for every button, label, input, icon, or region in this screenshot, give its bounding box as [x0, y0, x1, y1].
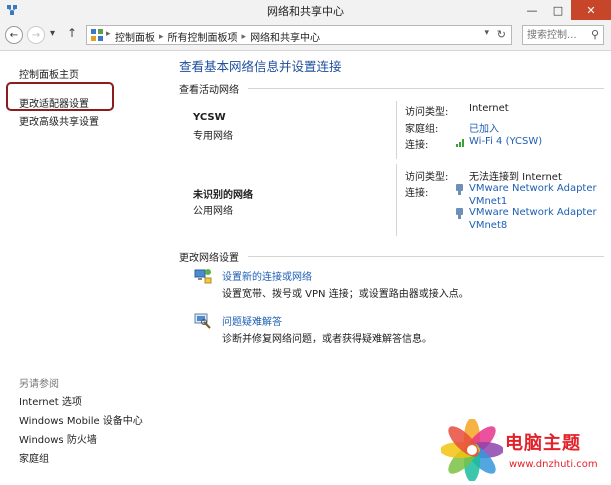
- address-dropdown-icon[interactable]: ▾: [484, 28, 489, 38]
- connection-label: 连接:: [405, 188, 429, 199]
- divider: [396, 101, 397, 159]
- active-networks-title: 查看活动网络: [179, 85, 239, 96]
- wifi-signal-icon: [456, 139, 464, 147]
- change-settings-title: 更改网络设置: [179, 253, 239, 264]
- sidebar-item-change-adapter-settings[interactable]: 更改适配器设置: [19, 95, 89, 110]
- access-type-value: 无法连接到 Internet: [469, 172, 562, 183]
- maximize-button[interactable]: □: [545, 0, 571, 20]
- troubleshoot-icon: [194, 313, 211, 329]
- access-type-label: 访问类型:: [405, 107, 449, 118]
- title-bar: 网络和共享中心 — □ ✕: [0, 0, 611, 20]
- refresh-icon[interactable]: ↻: [497, 28, 506, 41]
- flower-logo-icon: [441, 419, 503, 481]
- breadcrumb-control-panel[interactable]: 控制面板: [115, 29, 155, 44]
- see-also-windows-firewall[interactable]: Windows 防火墙: [19, 431, 97, 446]
- arrow-left-icon: ←: [9, 29, 19, 41]
- arrow-right-icon: →: [31, 29, 41, 41]
- sidebar-item-advanced-sharing[interactable]: 更改高级共享设置: [19, 113, 99, 128]
- search-input[interactable]: [527, 27, 587, 43]
- divider: [248, 88, 604, 89]
- arrow-up-icon: ↑: [67, 26, 78, 40]
- navigation-bar: ← → ▾ ↑ ▸ 控制面板 ▸ 所有控制面板项 ▸ 网络和共享中心 ▾ ↻ ⚲: [0, 20, 611, 51]
- control-panel-icon: [91, 29, 103, 41]
- breadcrumb: 控制面板 ▸ 所有控制面板项 ▸ 网络和共享中心: [115, 29, 320, 45]
- up-button[interactable]: ↑: [67, 26, 77, 40]
- vmnet8-connection-link-line2[interactable]: VMnet8: [469, 220, 507, 231]
- breadcrumb-separator-icon[interactable]: ▸: [242, 32, 247, 42]
- back-button[interactable]: ←: [5, 26, 23, 44]
- see-also-internet-options[interactable]: Internet 选项: [19, 393, 82, 408]
- page-title: 查看基本网络信息并设置连接: [179, 59, 342, 74]
- ethernet-adapter-icon: [456, 184, 463, 195]
- sidebar-item-control-panel-home[interactable]: 控制面板主页: [19, 66, 79, 81]
- setup-connection-link[interactable]: 设置新的连接或网络: [222, 268, 312, 283]
- recent-locations-button[interactable]: ▾: [50, 28, 55, 39]
- breadcrumb-all-items[interactable]: 所有控制面板项: [168, 29, 238, 44]
- connection-label: 连接:: [405, 140, 429, 151]
- homegroup-label: 家庭组:: [405, 124, 439, 135]
- chevron-down-icon: ▾: [50, 28, 56, 39]
- divider: [248, 256, 604, 257]
- new-connection-icon: [194, 269, 212, 284]
- address-bar[interactable]: ▸ 控制面板 ▸ 所有控制面板项 ▸ 网络和共享中心 ▾ ↻: [86, 25, 512, 45]
- network-type: 专用网络: [193, 131, 233, 142]
- access-type-value: Internet: [469, 103, 509, 114]
- close-button[interactable]: ✕: [571, 0, 611, 20]
- watermark-text: 电脑主题: [505, 433, 581, 454]
- see-also-label: 另请参阅: [19, 379, 59, 390]
- watermark-url: www.dnzhuti.com: [509, 459, 598, 470]
- breadcrumb-separator-icon[interactable]: ▸: [159, 32, 164, 42]
- network-name: 未识别的网络: [193, 190, 253, 201]
- network-type: 公用网络: [193, 206, 233, 217]
- wifi-connection-link[interactable]: Wi-Fi 4 (YCSW): [469, 136, 542, 147]
- ethernet-adapter-icon: [456, 208, 463, 219]
- breadcrumb-separator-icon: ▸: [106, 29, 111, 39]
- watermark: 电脑主题 www.dnzhuti.com: [437, 415, 611, 485]
- vmnet8-connection-link[interactable]: VMware Network Adapter: [469, 207, 597, 218]
- see-also-homegroup[interactable]: 家庭组: [19, 450, 49, 465]
- see-also-windows-mobile[interactable]: Windows Mobile 设备中心: [19, 412, 143, 427]
- breadcrumb-network-center[interactable]: 网络和共享中心: [250, 29, 320, 44]
- divider: [396, 164, 397, 236]
- sidebar: 控制面板主页 更改适配器设置 更改高级共享设置 另请参阅 Internet 选项…: [0, 51, 166, 485]
- troubleshoot-desc: 诊断并修复网络问题，或者获得疑难解答信息。: [222, 334, 432, 345]
- forward-button[interactable]: →: [27, 26, 45, 44]
- minimize-button[interactable]: —: [519, 0, 545, 20]
- search-icon[interactable]: ⚲: [591, 28, 599, 41]
- network-name: YCSW: [193, 112, 226, 123]
- vmnet1-connection-link-line2[interactable]: VMnet1: [469, 196, 507, 207]
- troubleshoot-link[interactable]: 问题疑难解答: [222, 313, 282, 328]
- vmnet1-connection-link[interactable]: VMware Network Adapter: [469, 183, 597, 194]
- access-type-label: 访问类型:: [405, 172, 449, 183]
- setup-connection-desc: 设置宽带、拨号或 VPN 连接；或设置路由器或接入点。: [222, 289, 469, 300]
- homegroup-link[interactable]: 已加入: [469, 120, 499, 135]
- search-box: ⚲: [522, 25, 604, 45]
